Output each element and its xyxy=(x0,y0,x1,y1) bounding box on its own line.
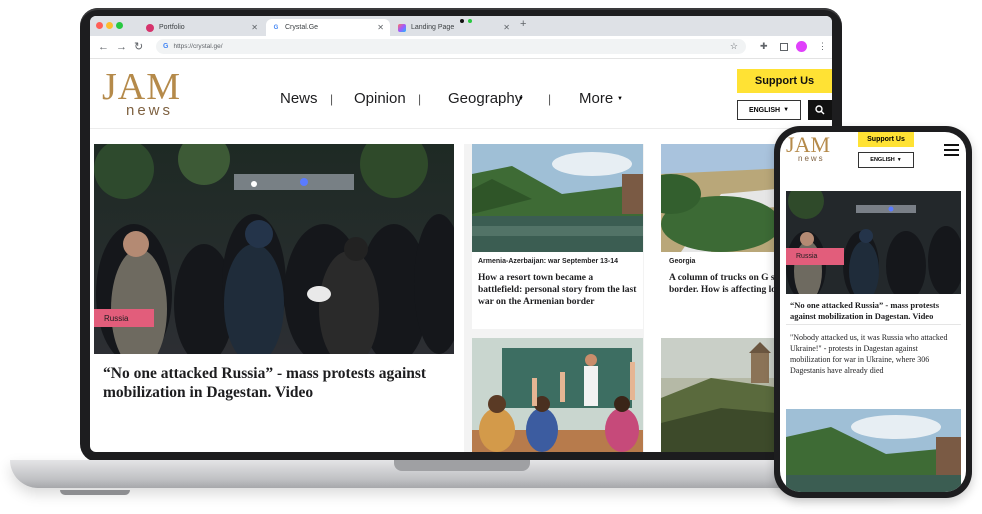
zoom-window-button[interactable] xyxy=(116,22,123,29)
extensions-puzzle-icon[interactable]: ✚ xyxy=(760,41,768,52)
language-selector[interactable]: ENGLISH ▼ xyxy=(737,100,801,120)
phone-second-image[interactable] xyxy=(786,409,961,492)
search-button[interactable] xyxy=(808,100,832,120)
card-armenia-title[interactable]: How a resort town became a battlefield: … xyxy=(478,272,638,308)
phone-russia-tag[interactable]: Russia xyxy=(786,248,844,265)
language-label: ENGLISH xyxy=(748,106,781,114)
phone-support-us-button[interactable]: Support Us xyxy=(858,132,914,147)
laptop-notch xyxy=(394,460,530,471)
news-logo-subtext: news xyxy=(126,102,174,119)
new-tab-button[interactable]: + xyxy=(520,18,526,30)
phone-lead-title[interactable]: “No one attacked Russia” - mass protests… xyxy=(790,300,958,321)
phone-language-label: ENGLISH xyxy=(870,157,895,163)
card-armenia-image xyxy=(472,144,643,252)
tab-label: Crystal.Ge xyxy=(285,24,319,31)
phone-language-selector[interactable]: ENGLISH ▼ xyxy=(858,152,914,168)
figma-favicon-icon xyxy=(398,23,406,32)
close-tab-icon[interactable]: ✕ xyxy=(377,23,384,32)
phone-language-caret-icon: ▼ xyxy=(896,157,902,163)
nav-more[interactable]: More xyxy=(579,90,613,108)
browser-tab-bar: Portfolio ✕ G Crystal.Ge ✕ Landing Page … xyxy=(90,16,832,36)
tab-label: Landing Page xyxy=(411,24,455,31)
minimize-window-button[interactable] xyxy=(106,22,113,29)
lead-article-title[interactable]: “No one attacked Russia” - mass protests… xyxy=(103,364,443,402)
support-us-button[interactable]: Support Us xyxy=(737,69,832,93)
phone-lead-image[interactable] xyxy=(786,191,961,294)
tab-label: Portfolio xyxy=(159,24,185,31)
forward-arrow-icon[interactable]: → xyxy=(116,40,127,54)
card-classroom-image xyxy=(472,338,643,452)
card-classroom[interactable] xyxy=(472,338,643,452)
camera-indicator-icon xyxy=(468,19,472,23)
address-bar[interactable]: G https://crystal.ge/ ☆ xyxy=(156,39,746,54)
kebab-menu-icon[interactable]: ⋮ xyxy=(818,41,827,52)
url-text: https://crystal.ge/ xyxy=(173,43,223,50)
nav-news[interactable]: News xyxy=(280,90,318,108)
profile-avatar[interactable] xyxy=(796,41,807,52)
close-tab-icon[interactable]: ✕ xyxy=(251,23,258,32)
more-caret-icon: ▼ xyxy=(617,96,623,102)
portfolio-favicon-icon xyxy=(146,23,154,32)
camera-dot-icon xyxy=(460,19,464,23)
reload-icon[interactable]: ↻ xyxy=(134,40,143,54)
phone-news-logo-subtext: news xyxy=(798,154,825,163)
browser-toolbar: ← → ↻ G https://crystal.ge/ ☆ ✚ ⋮ xyxy=(90,36,832,59)
card-armenia[interactable]: Armenia-Azerbaijan: war September 13-14 … xyxy=(472,144,643,329)
card-armenia-category[interactable]: Armenia-Azerbaijan: war September 13-14 xyxy=(478,258,643,265)
tab-portfolio[interactable]: Portfolio ✕ xyxy=(140,19,264,36)
bookmark-star-icon[interactable]: ☆ xyxy=(730,41,738,52)
tab-crystal[interactable]: G Crystal.Ge ✕ xyxy=(266,19,390,36)
header-divider xyxy=(90,128,832,129)
phone-screen: JAM news Support Us ENGLISH ▼ Russia “No… xyxy=(780,132,966,492)
nav-geography[interactable]: Geography xyxy=(448,90,522,108)
close-tab-icon[interactable]: ✕ xyxy=(503,23,510,32)
side-panel-icon[interactable] xyxy=(780,43,788,51)
phone-lead-summary: "Nobody attacked us, it was Russia who a… xyxy=(790,333,948,375)
phone-jam-logo[interactable]: JAM xyxy=(786,134,830,156)
hamburger-menu-icon[interactable] xyxy=(944,144,959,156)
google-favicon-icon: G xyxy=(273,24,279,31)
search-icon xyxy=(815,105,825,115)
phone-divider xyxy=(786,324,961,325)
language-caret-icon: ▼ xyxy=(783,107,790,113)
google-icon: G xyxy=(163,43,169,50)
nav-divider: | xyxy=(330,92,334,106)
nav-divider: | xyxy=(548,92,552,106)
laptop-foot-left xyxy=(60,490,130,495)
jam-logo[interactable]: JAM xyxy=(102,68,181,106)
card-georgia-category[interactable]: Georgia xyxy=(669,258,695,265)
laptop-screen: Portfolio ✕ G Crystal.Ge ✕ Landing Page … xyxy=(90,16,832,452)
nav-divider: | xyxy=(418,92,422,106)
back-arrow-icon[interactable]: ← xyxy=(98,40,109,54)
tab-landing-page[interactable]: Landing Page ✕ xyxy=(392,19,516,36)
nav-opinion[interactable]: Opinion xyxy=(354,90,406,108)
close-window-button[interactable] xyxy=(96,22,103,29)
russia-tag[interactable]: Russia xyxy=(94,309,154,327)
geography-caret-icon: ▼ xyxy=(518,96,524,102)
